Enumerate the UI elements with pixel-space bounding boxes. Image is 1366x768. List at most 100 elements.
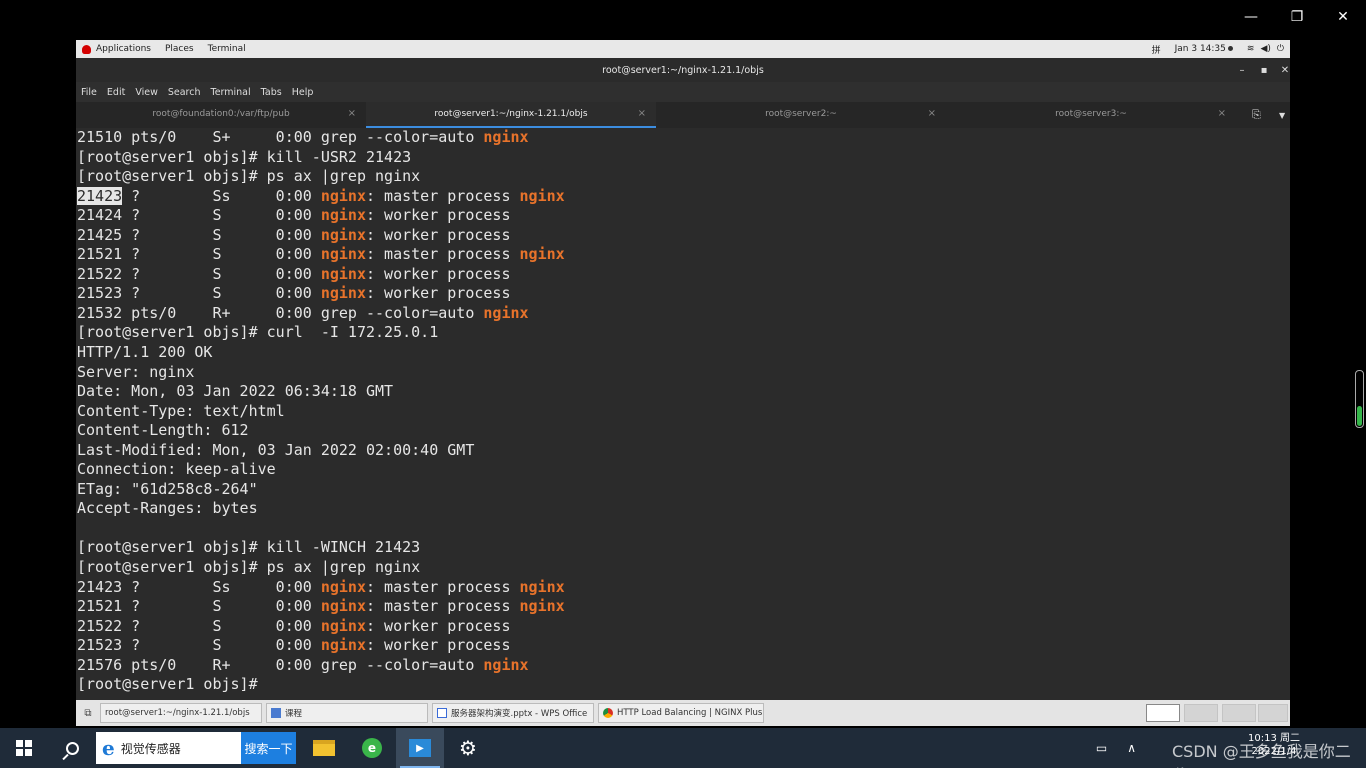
- terminal-line: [root@server1 objs]# kill -WINCH 21423: [77, 538, 1290, 558]
- terminal-text: HTTP/1.1 200 OK: [77, 343, 213, 362]
- tab-server3[interactable]: root@server3:~ ×: [946, 102, 1236, 128]
- video-player-icon: ▶: [409, 739, 431, 757]
- taskbar-video-player[interactable]: ▶: [396, 728, 444, 768]
- terminal-text: 21521 ? S 0:00: [77, 597, 321, 616]
- tab-close-icon[interactable]: ×: [638, 108, 646, 119]
- search-box-text: 视觉传感器: [120, 741, 181, 756]
- window-list-label: root@server1:~/nginx-1.21.1/objs: [105, 708, 250, 718]
- terminal-line: [root@server1 objs]# curl -I 172.25.0.1: [77, 323, 1290, 343]
- search-submit-button[interactable]: 搜索一下: [241, 732, 296, 764]
- topbar-clock[interactable]: Jan 3 14:35: [1175, 44, 1233, 54]
- start-button[interactable]: [0, 728, 48, 768]
- volume-icon[interactable]: ◀): [1260, 44, 1270, 54]
- workspace-4[interactable]: [1258, 704, 1288, 722]
- taskbar-clock[interactable]: 10:13 周二 2022/1/4: [1248, 732, 1300, 758]
- terminal-line: 21522 ? S 0:00 nginx: worker process: [77, 617, 1290, 637]
- terminal-line: 21523 ? S 0:00 nginx: worker process: [77, 636, 1290, 656]
- window-list-item-wps[interactable]: 服务器架构演变.pptx - WPS Office: [432, 703, 594, 723]
- wifi-icon[interactable]: ≋: [1247, 44, 1255, 54]
- windows-logo-icon: [16, 740, 32, 756]
- search-box[interactable]: e 视觉传感器: [96, 732, 241, 764]
- tab-close-icon[interactable]: ×: [348, 108, 356, 119]
- tab-label: root@foundation0:/var/ftp/pub: [152, 109, 290, 119]
- window-maximize-button[interactable]: ▪: [1253, 58, 1275, 82]
- menu-view[interactable]: View: [135, 87, 158, 98]
- terminal-text: [root@server1 objs]# ps ax |grep nginx: [77, 167, 421, 186]
- grep-match: nginx: [320, 616, 366, 635]
- applications-menu[interactable]: Applications: [82, 44, 151, 54]
- player-close-button[interactable]: ✕: [1320, 0, 1366, 34]
- terminal-menu-bar: File Edit View Search Terminal Tabs Help: [76, 82, 1290, 102]
- player-restore-button[interactable]: ❐: [1274, 0, 1320, 34]
- player-scroll-indicator[interactable]: [1355, 370, 1364, 428]
- terminal-tab-bar: root@foundation0:/var/ftp/pub × root@ser…: [76, 102, 1290, 128]
- player-minimize-button[interactable]: —: [1228, 0, 1274, 34]
- terminal-app-menu[interactable]: Terminal: [208, 44, 246, 54]
- terminal-text: 21423 ? Ss 0:00: [77, 577, 321, 596]
- gnome-screen: Applications Places Terminal 拼 Jan 3 14:…: [76, 40, 1290, 726]
- terminal-line: [root@server1 objs]# kill -USR2 21423: [77, 148, 1290, 168]
- menu-file[interactable]: File: [81, 87, 97, 98]
- terminal-text: : worker process: [366, 206, 511, 225]
- grep-match: nginx: [320, 245, 366, 264]
- menu-tabs[interactable]: Tabs: [261, 87, 282, 98]
- taskbar-settings[interactable]: ⚙: [444, 728, 492, 768]
- terminal-line: Date: Mon, 03 Jan 2022 06:34:18 GMT: [77, 382, 1290, 402]
- tab-close-icon[interactable]: ×: [928, 108, 936, 119]
- workspace-2[interactable]: [1184, 704, 1218, 722]
- places-menu[interactable]: Places: [165, 44, 194, 54]
- terminal-text: 21522 ? S 0:00: [77, 264, 321, 283]
- scroll-indicator-fill: [1357, 406, 1362, 426]
- taskbar-360-browser[interactable]: e: [348, 728, 396, 768]
- menu-terminal[interactable]: Terminal: [211, 87, 251, 98]
- window-close-button[interactable]: ✕: [1274, 58, 1290, 82]
- grep-match: nginx: [320, 206, 366, 225]
- show-desktop-icon[interactable]: ⧉: [80, 703, 96, 723]
- windows-taskbar: e 视觉传感器 搜索一下 e ▶ ⚙ ▭ ∧: [0, 728, 1366, 768]
- document-icon: [271, 708, 281, 718]
- terminal-line: Content-Length: 612: [77, 421, 1290, 441]
- menu-edit[interactable]: Edit: [107, 87, 125, 98]
- taskbar-file-explorer[interactable]: [300, 728, 348, 768]
- terminal-title-bar[interactable]: root@server1:~/nginx-1.21.1/objs – ▪ ✕: [76, 58, 1290, 82]
- search-icon: [65, 741, 79, 755]
- power-icon[interactable]: ⏻: [1277, 44, 1284, 54]
- terminal-text: 21523 ? S 0:00: [77, 636, 321, 655]
- terminal-line: Server: nginx: [77, 363, 1290, 383]
- terminal-line: 21532 pts/0 R+ 0:00 grep --color=auto ng…: [77, 304, 1290, 324]
- action-center-icon[interactable]: ▭: [1096, 741, 1107, 755]
- grep-match: nginx: [320, 264, 366, 283]
- notification-dot-icon: [1227, 46, 1233, 51]
- input-method-indicator[interactable]: 拼: [1152, 43, 1161, 56]
- tab-close-icon[interactable]: ×: [1218, 108, 1226, 119]
- tab-server2[interactable]: root@server2:~ ×: [656, 102, 946, 128]
- window-minimize-button[interactable]: –: [1231, 58, 1253, 82]
- workspace-3[interactable]: [1222, 704, 1256, 722]
- terminal-line: HTTP/1.1 200 OK: [77, 343, 1290, 363]
- window-list-item-terminal[interactable]: root@server1:~/nginx-1.21.1/objs: [100, 703, 262, 723]
- terminal-line: 21523 ? S 0:00 nginx: worker process: [77, 284, 1290, 304]
- terminal-text: 21523 ? S 0:00: [77, 284, 321, 303]
- terminal-line: 21425 ? S 0:00 nginx: worker process: [77, 226, 1290, 246]
- new-tab-icon[interactable]: ⎘: [1252, 102, 1261, 128]
- menu-search[interactable]: Search: [168, 87, 201, 98]
- tray-expand-icon[interactable]: ∧: [1127, 741, 1136, 755]
- terminal-text: [root@server1 objs]# kill -WINCH 21423: [77, 538, 421, 557]
- chevron-down-icon[interactable]: ▼: [1279, 102, 1285, 128]
- grep-match: nginx: [320, 186, 366, 205]
- window-list-item-chrome[interactable]: HTTP Load Balancing | NGINX Plus ...: [598, 703, 764, 723]
- terminal-line: 21521 ? S 0:00 nginx: master process ngi…: [77, 245, 1290, 265]
- terminal-line: 21423 ? Ss 0:00 nginx: master process ng…: [77, 578, 1290, 598]
- applications-label: Applications: [96, 44, 151, 54]
- search-button[interactable]: [48, 728, 96, 768]
- terminal-output[interactable]: 21510 pts/0 S+ 0:00 grep --color=auto ng…: [76, 128, 1290, 700]
- window-title: root@server1:~/nginx-1.21.1/objs: [602, 64, 764, 76]
- terminal-text: [root@server1 objs]#: [77, 675, 267, 694]
- workspace-1[interactable]: [1146, 704, 1180, 722]
- window-list-item-course[interactable]: 课程: [266, 703, 428, 723]
- window-list-label: 服务器架构演变.pptx - WPS Office: [451, 709, 588, 719]
- tab-server1[interactable]: root@server1:~/nginx-1.21.1/objs ×: [366, 102, 656, 128]
- menu-help[interactable]: Help: [292, 87, 314, 98]
- tab-foundation0[interactable]: root@foundation0:/var/ftp/pub ×: [76, 102, 366, 128]
- terminal-text: 21576 pts/0 R+ 0:00 grep --color=auto: [77, 655, 484, 674]
